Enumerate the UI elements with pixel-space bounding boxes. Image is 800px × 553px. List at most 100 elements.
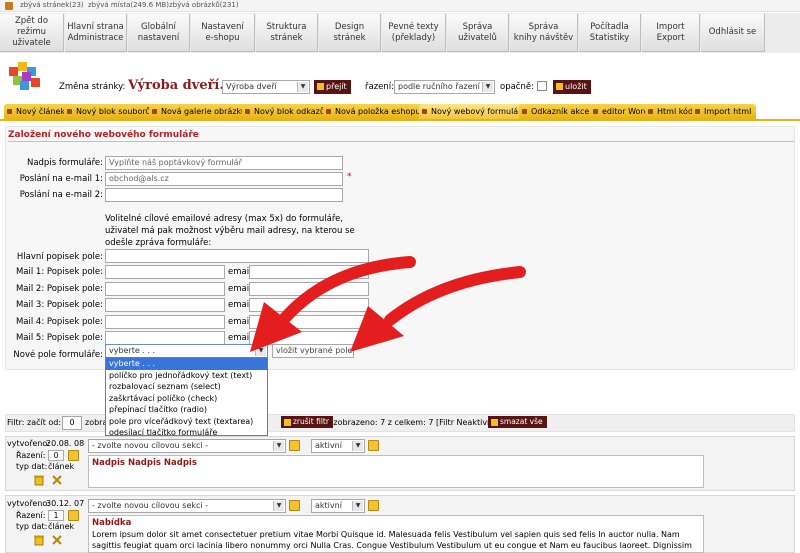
nav-users[interactable]: Správa uživatelů [447,14,509,52]
space-left: zbývá místa(249.6 MB) [88,1,169,9]
nav-fixed-texts[interactable]: Pevné texty (překlady) [382,14,446,52]
mail3-label: Mail 3: Popisek pole: [15,300,103,310]
record-1-order-input[interactable]: 0 [48,450,64,461]
mail5-label: Mail 5: Popisek pole: [15,333,103,343]
mail2-desc-input[interactable] [105,282,225,296]
filter-status: - zobrazeno: 7 z celkem: 7 [Filtr Neakti… [328,418,498,427]
chevron-down-icon: ▼ [352,441,363,451]
record-2-section-select[interactable]: - zvolte novou cílovou sekci - ▼ [88,499,286,513]
nav-global-settings[interactable]: Globální nastavení [128,14,190,52]
cancel-filter-button[interactable]: zrušit filtr [281,416,333,428]
tab-import-html[interactable]: Import html [692,104,757,119]
mail3-email-input[interactable] [249,298,369,312]
nav-admin-home[interactable]: Hlavní strana Administrace [65,14,127,52]
tab-new-files[interactable]: Nový blok souborů [64,104,156,119]
insert-field-button[interactable]: vložit vybrané pole [272,344,354,358]
dropdown-option[interactable]: pole pro víceřádkový text (textarea) [106,416,267,428]
dropdown-option[interactable]: zaškrtávací políčko (check) [106,393,267,405]
record-1-section-select[interactable]: - zvolte novou cílovou sekci - ▼ [88,439,286,453]
email1-input[interactable]: obchod@als.cz [105,172,343,186]
dropdown-option[interactable]: políčko pro jednořádkový text (text) [106,370,267,382]
mail3-desc-input[interactable] [105,298,225,312]
heading-input[interactable]: Vyplňte náš poptávkový formulář [105,156,343,170]
record-2-status-select[interactable]: aktivní ▼ [311,499,365,513]
mail1-desc-input[interactable] [105,265,225,279]
sort-select[interactable]: podle ručního řazení ▼ [394,80,495,94]
page-title: Výroba dveří... [128,78,233,93]
nav-logout[interactable]: Odhlásit se [701,14,765,52]
mail4-label: Mail 4: Popisek pole: [15,317,103,327]
tab-underline [0,119,800,121]
dropdown-option[interactable]: odesílací tlačítko formuláře [106,427,267,439]
nav-back-to-user[interactable]: Zpět do režimu uživatele [0,14,64,52]
chevron-down-icon: ▼ [273,441,284,451]
dropdown-option[interactable]: rozbalovací seznam (select) [106,381,267,393]
folder-icon[interactable] [289,500,300,511]
filter-start-input[interactable]: 0 [62,416,82,430]
tab-new-eshop-item[interactable]: Nová položka eshopu [323,104,426,119]
reverse-checkbox[interactable] [537,81,547,91]
mail4-desc-input[interactable] [105,315,225,329]
tab-event-links[interactable]: Odkazník akce [519,104,595,119]
chevron-down-icon: ▼ [297,82,308,92]
email2-input[interactable] [105,188,343,202]
chevron-down-icon: ▼ [352,501,363,511]
nav-counters[interactable]: Počítadla Statistiky [579,14,641,52]
page-select[interactable]: Výroba dveří ▼ [222,80,310,94]
record-1-content[interactable]: Nadpis Nadpis Nadpis [88,455,704,488]
record-1-status-select[interactable]: aktivní ▼ [311,439,365,453]
trash-icon[interactable] [33,474,45,486]
mail5-email-input[interactable] [249,331,369,345]
save-sort-button[interactable]: uložit [553,80,591,94]
tools-icon[interactable] [51,474,63,486]
record-2-order-input[interactable]: 1 [48,510,64,521]
nav-structure[interactable]: Struktura stránek [256,14,318,52]
folder-icon[interactable] [68,510,79,521]
email2-label: Poslání na e-mail 2: [19,190,103,200]
new-field-select[interactable]: vyberte . . . ▼ [105,344,268,358]
tab-new-gallery[interactable]: Nová galerie obrázků [149,104,251,119]
new-field-dropdown-list: vyberte . . . políčko pro jednořádkový t… [105,357,268,439]
go-button[interactable]: přejít [314,80,351,94]
chevron-down-icon: ▼ [273,501,284,511]
sort-label: řazení: [365,82,395,92]
mail2-email-input[interactable] [249,282,369,296]
delete-all-button[interactable]: smazat vše [488,416,547,428]
form-title-divider [8,141,794,142]
folder-icon[interactable] [68,450,79,461]
tab-new-web-form[interactable]: Nový webový formulář [419,104,527,119]
mail5-desc-input[interactable] [105,331,225,345]
required-mark: * [347,172,352,182]
record-1-type-label: typ dat: [16,462,48,471]
mail2-label: Mail 2: Popisek pole: [15,284,103,294]
folder-icon[interactable] [368,440,379,451]
nav-guestbook[interactable]: Správa knihy návštěv [510,14,578,52]
folder-icon[interactable] [368,500,379,511]
pages-left: zbývá stránek(23) [20,1,84,9]
main-desc-input[interactable] [105,249,369,263]
cubes-logo-icon [9,62,40,90]
chevron-down-icon: ▼ [255,346,266,356]
record-2-content[interactable]: Nabídka Lorem ipsum dolor sit amet conse… [88,515,704,553]
quota-strip: zbývá stránek(23) zbývá místa(249.6 MB) … [0,0,800,12]
record-2-created: 30.12. 07 [46,499,85,508]
record-2-order-label: Řazení: [16,511,46,520]
record-2-created-label: vytvořeno: [7,499,50,508]
home-icon[interactable] [5,2,13,10]
record-1-order-label: Řazení: [16,451,46,460]
record-2-type-label: typ dat: [16,522,48,531]
folder-icon[interactable] [289,440,300,451]
dropdown-option[interactable]: přepínací tlačítko (radio) [106,404,267,416]
nav-import-export[interactable]: Import Export [642,14,700,52]
filter-start-label: Filtr: začít od: [7,418,62,427]
tools-icon[interactable] [51,534,63,546]
nav-eshop-settings[interactable]: Nastavení e-shopu [191,14,255,52]
tab-new-links[interactable]: Nový blok odkazů [242,104,330,119]
dropdown-option[interactable]: vyberte . . . [106,358,267,370]
tab-html-code[interactable]: Html kód [645,104,699,119]
tab-new-article[interactable]: Nový článek [4,104,71,119]
mail1-email-input[interactable] [249,265,369,279]
nav-design[interactable]: Design stránek [319,14,381,52]
trash-icon[interactable] [33,534,45,546]
mail4-email-input[interactable] [249,315,369,329]
